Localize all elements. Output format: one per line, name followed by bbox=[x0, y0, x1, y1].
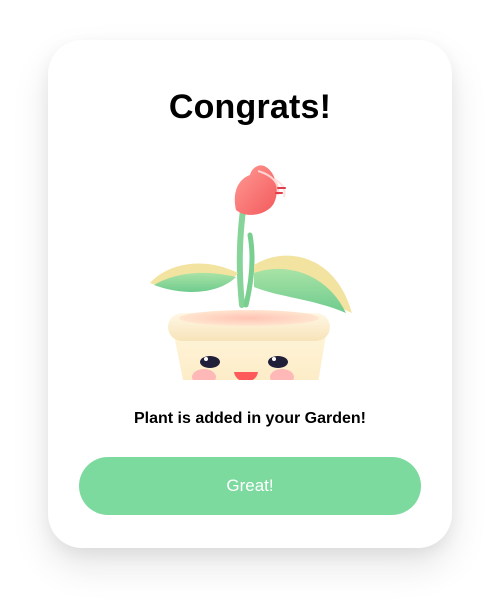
screen: Congrats! Plant is added in your Garden!… bbox=[0, 0, 500, 604]
dialog-title: Congrats! bbox=[168, 88, 332, 126]
congrats-dialog: Congrats! Plant is added in your Garden!… bbox=[48, 40, 452, 548]
confirmation-message: Plant is added in your Garden! bbox=[133, 410, 367, 427]
potted-plant-illustration-icon bbox=[146, 145, 356, 409]
great-button[interactable]: Great! bbox=[79, 457, 421, 515]
